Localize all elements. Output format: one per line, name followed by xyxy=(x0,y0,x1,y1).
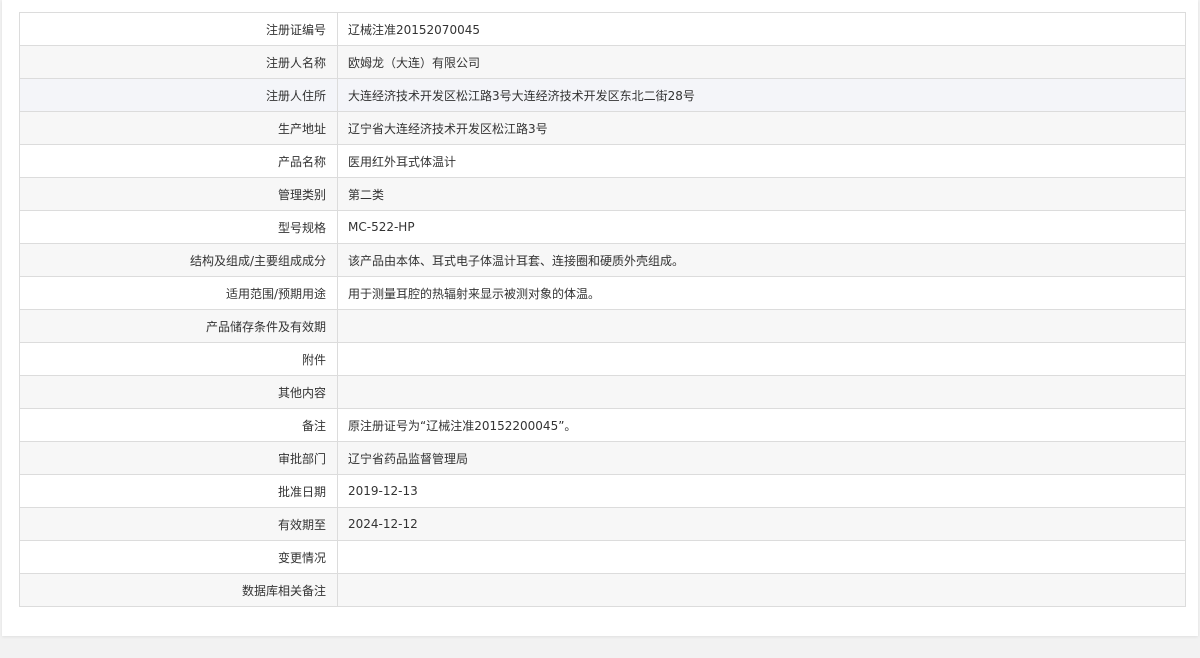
row-label-product-name: 产品名称 xyxy=(19,144,338,178)
row-label-approval-department: 审批部门 xyxy=(19,441,338,475)
table-row: 注册人名称 欧姆龙（大连）有限公司 xyxy=(19,45,1186,79)
row-value-attachments xyxy=(337,342,1186,376)
row-value-registrant-name: 欧姆龙（大连）有限公司 xyxy=(337,45,1186,79)
table-row: 其他内容 xyxy=(19,375,1186,409)
table-row: 注册人住所 大连经济技术开发区松江路3号大连经济技术开发区东北二街28号 xyxy=(19,78,1186,112)
row-label-other-content: 其他内容 xyxy=(19,375,338,409)
row-label-registrant-address: 注册人住所 xyxy=(19,78,338,112)
row-value-valid-until: 2024-12-12 xyxy=(337,507,1186,541)
row-label-approval-date: 批准日期 xyxy=(19,474,338,508)
table-row: 备注 原注册证号为“辽械注准20152200045”。 xyxy=(19,408,1186,442)
row-value-registrant-address: 大连经济技术开发区松江路3号大连经济技术开发区东北二街28号 xyxy=(337,78,1186,112)
table-row: 适用范围/预期用途 用于测量耳腔的热辐射来显示被测对象的体温。 xyxy=(19,276,1186,310)
row-value-remarks: 原注册证号为“辽械注准20152200045”。 xyxy=(337,408,1186,442)
table-row: 产品名称 医用红外耳式体温计 xyxy=(19,144,1186,178)
row-value-other-content xyxy=(337,375,1186,409)
registration-detail-table: 注册证编号 辽械注准20152070045 注册人名称 欧姆龙（大连）有限公司 … xyxy=(19,12,1186,607)
row-label-production-address: 生产地址 xyxy=(19,111,338,145)
table-row: 附件 xyxy=(19,342,1186,376)
table-row: 审批部门 辽宁省药品监督管理局 xyxy=(19,441,1186,475)
row-value-change-status xyxy=(337,540,1186,574)
table-row: 注册证编号 辽械注准20152070045 xyxy=(19,12,1186,46)
row-label-registration-number: 注册证编号 xyxy=(19,12,338,46)
row-label-management-category: 管理类别 xyxy=(19,177,338,211)
row-value-database-remarks xyxy=(337,573,1186,607)
table-row: 变更情况 xyxy=(19,540,1186,574)
row-label-model-spec: 型号规格 xyxy=(19,210,338,244)
row-value-intended-use: 用于测量耳腔的热辐射来显示被测对象的体温。 xyxy=(337,276,1186,310)
table-row: 型号规格 MC-522-HP xyxy=(19,210,1186,244)
row-label-change-status: 变更情况 xyxy=(19,540,338,574)
table-row: 数据库相关备注 xyxy=(19,573,1186,607)
row-value-storage-validity xyxy=(337,309,1186,343)
row-label-storage-validity: 产品储存条件及有效期 xyxy=(19,309,338,343)
row-label-registrant-name: 注册人名称 xyxy=(19,45,338,79)
row-value-management-category: 第二类 xyxy=(337,177,1186,211)
detail-panel: 注册证编号 辽械注准20152070045 注册人名称 欧姆龙（大连）有限公司 … xyxy=(2,0,1198,636)
row-label-remarks: 备注 xyxy=(19,408,338,442)
table-row: 有效期至 2024-12-12 xyxy=(19,507,1186,541)
row-value-approval-department: 辽宁省药品监督管理局 xyxy=(337,441,1186,475)
row-label-intended-use: 适用范围/预期用途 xyxy=(19,276,338,310)
table-row: 结构及组成/主要组成成分 该产品由本体、耳式电子体温计耳套、连接圈和硬质外壳组成… xyxy=(19,243,1186,277)
row-label-structure-composition: 结构及组成/主要组成成分 xyxy=(19,243,338,277)
row-value-approval-date: 2019-12-13 xyxy=(337,474,1186,508)
row-value-product-name: 医用红外耳式体温计 xyxy=(337,144,1186,178)
row-label-database-remarks: 数据库相关备注 xyxy=(19,573,338,607)
row-value-model-spec: MC-522-HP xyxy=(337,210,1186,244)
table-row: 管理类别 第二类 xyxy=(19,177,1186,211)
row-value-registration-number: 辽械注准20152070045 xyxy=(337,12,1186,46)
row-value-production-address: 辽宁省大连经济技术开发区松江路3号 xyxy=(337,111,1186,145)
table-row: 批准日期 2019-12-13 xyxy=(19,474,1186,508)
row-label-attachments: 附件 xyxy=(19,342,338,376)
row-value-structure-composition: 该产品由本体、耳式电子体温计耳套、连接圈和硬质外壳组成。 xyxy=(337,243,1186,277)
row-label-valid-until: 有效期至 xyxy=(19,507,338,541)
table-row: 生产地址 辽宁省大连经济技术开发区松江路3号 xyxy=(19,111,1186,145)
table-row: 产品储存条件及有效期 xyxy=(19,309,1186,343)
